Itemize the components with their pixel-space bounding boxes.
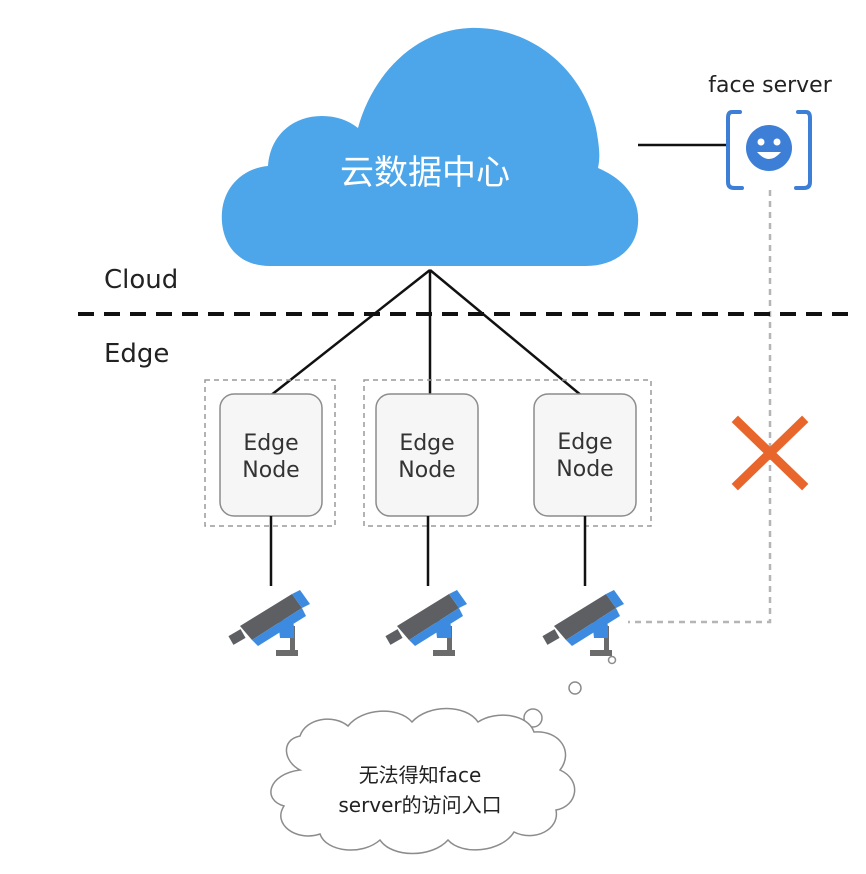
security-camera-icon <box>385 590 467 656</box>
cloud-data-center: 云数据中心 <box>221 27 639 266</box>
edge-node-line2: Node <box>556 457 613 482</box>
edge-node-line1: Edge <box>557 430 612 455</box>
face-server: face server <box>708 73 833 190</box>
cloud-edge-links <box>269 269 583 397</box>
architecture-diagram: 云数据中心 face server Cloud Edge Edge Node E… <box>78 27 852 855</box>
edge-node-line1: Edge <box>243 431 298 456</box>
edge-node: Edge Node <box>219 393 323 517</box>
thought-bubble-trail <box>523 655 617 728</box>
cross-icon <box>731 415 809 491</box>
edge-zone-label: Edge <box>104 339 169 369</box>
thought-bubble: 无法得知face server的访问入口 <box>270 707 576 855</box>
security-camera-icon <box>542 590 624 656</box>
edge-node-line2: Node <box>398 458 455 483</box>
edge-node-line2: Node <box>242 458 299 483</box>
edge-node-line1: Edge <box>399 431 454 456</box>
edge-node: Edge Node <box>375 393 479 517</box>
thought-bubble-line1: 无法得知face <box>359 763 482 787</box>
cloud-title: 云数据中心 <box>340 153 510 193</box>
security-camera-icon <box>228 590 310 656</box>
cloud-zone-label: Cloud <box>104 265 178 295</box>
face-scan-icon <box>726 110 812 190</box>
edge-node: Edge Node <box>533 393 637 517</box>
thought-bubble-line2: server的访问入口 <box>338 793 501 817</box>
face-server-label: face server <box>708 73 832 98</box>
server-camera-dashed-link <box>628 190 772 624</box>
cloud-shape <box>221 27 639 266</box>
